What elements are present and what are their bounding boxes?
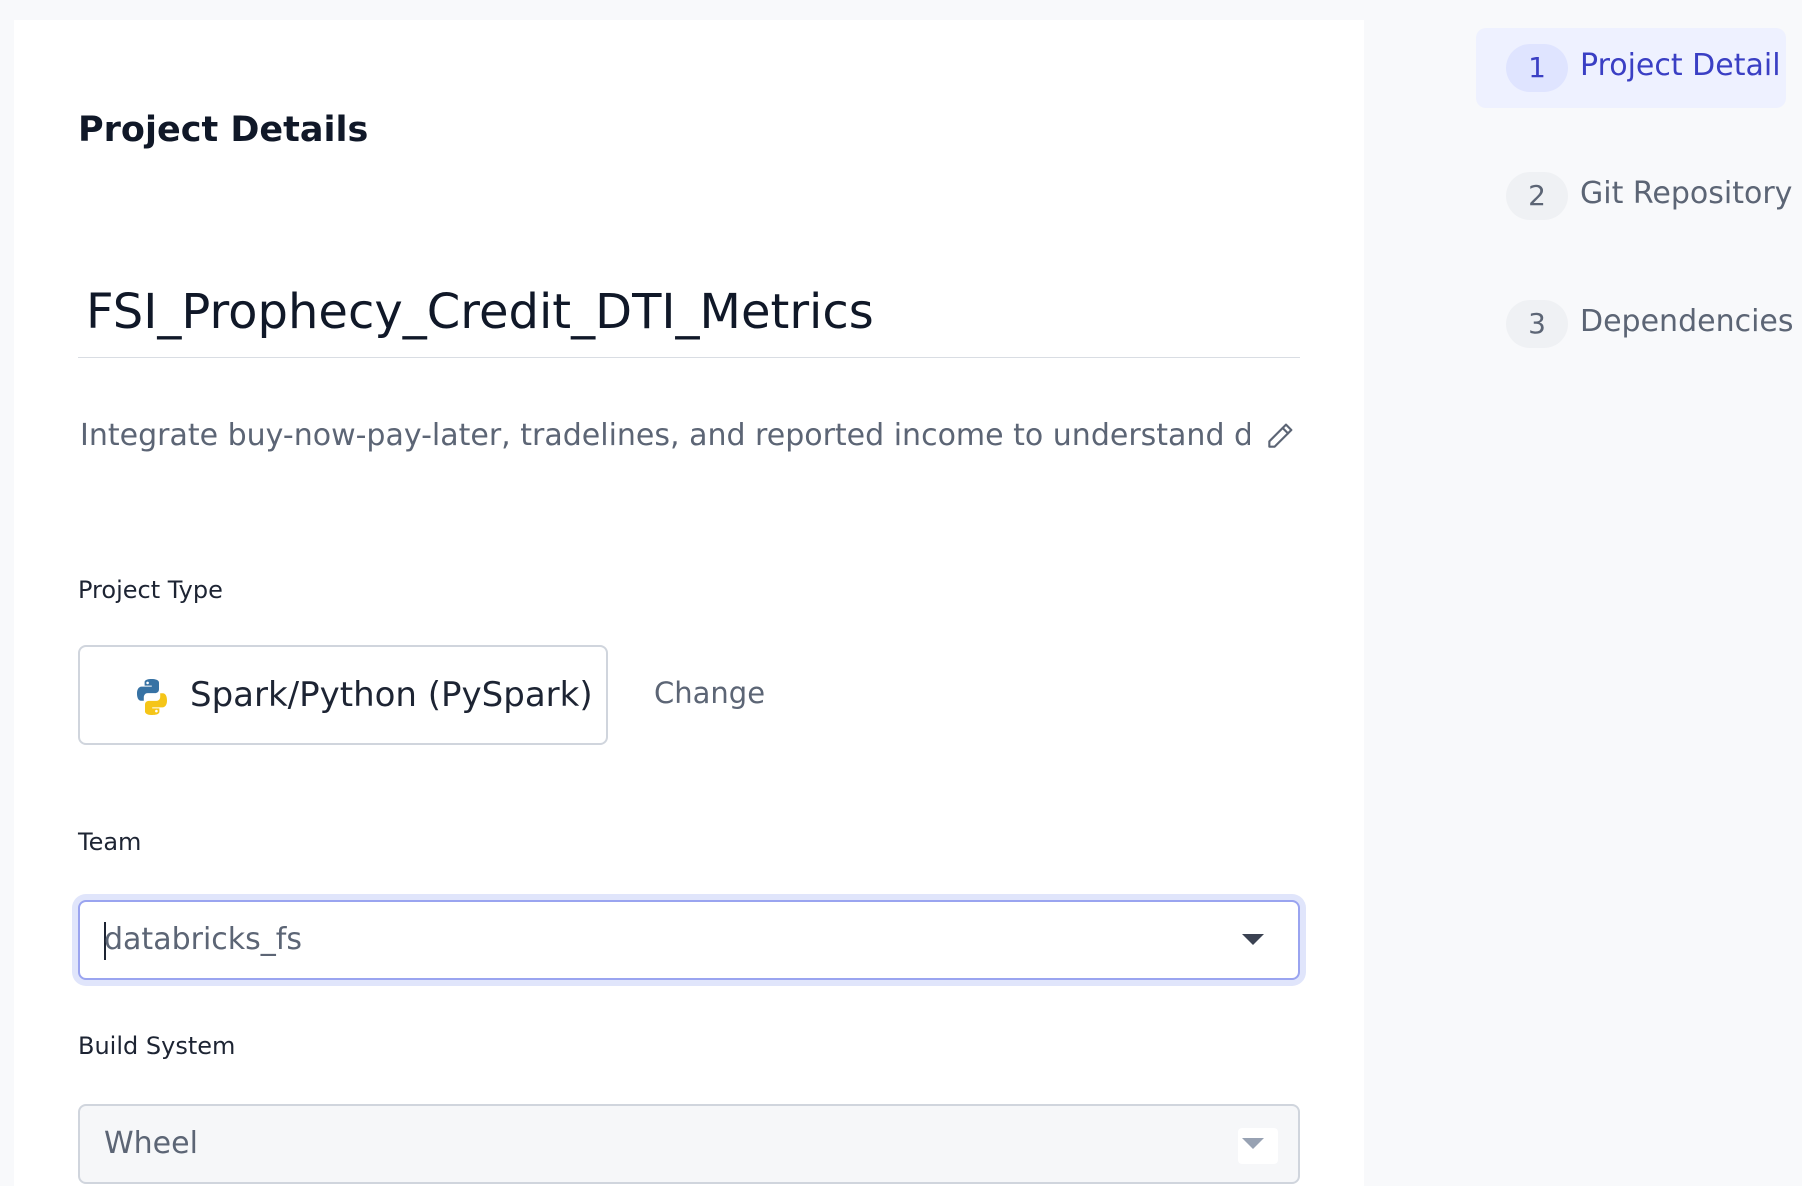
step-number-badge: 2 — [1506, 172, 1568, 220]
project-name-value[interactable]: FSI_Prophecy_Credit_DTI_Metrics — [86, 284, 874, 340]
step-label: Git Repository — [1580, 176, 1793, 211]
step-project-detail[interactable]: 1 Project Detail — [1476, 28, 1786, 108]
project-type-value: Spark/Python (PySpark) — [190, 675, 593, 715]
chevron-down-icon[interactable] — [1242, 934, 1264, 945]
team-select-value[interactable]: databricks_fs — [104, 922, 302, 957]
step-git-repository[interactable]: 2 Git Repository — [1476, 156, 1792, 236]
page-title: Project Details — [78, 110, 369, 150]
step-label: Dependencies — [1580, 304, 1794, 339]
pencil-edit-icon[interactable] — [1264, 420, 1296, 452]
project-description-text[interactable]: Integrate buy-now-pay-later, tradelines,… — [80, 418, 1250, 453]
team-label: Team — [78, 828, 142, 856]
project-type-label: Project Type — [78, 576, 223, 604]
step-number-badge: 1 — [1506, 44, 1568, 92]
build-system-select[interactable]: Wheel — [78, 1104, 1300, 1184]
project-type-card[interactable]: Spark/Python (PySpark) — [78, 645, 608, 745]
build-system-label: Build System — [78, 1032, 236, 1060]
chevron-down-icon[interactable] — [1242, 1138, 1264, 1149]
change-project-type-link[interactable]: Change — [654, 676, 765, 710]
step-dependencies[interactable]: 3 Dependencies — [1476, 284, 1794, 364]
python-logo-icon — [132, 677, 172, 717]
team-select[interactable]: databricks_fs — [78, 900, 1300, 980]
step-number-badge: 3 — [1506, 300, 1568, 348]
project-details-form: Project Details FSI_Prophecy_Credit_DTI_… — [14, 20, 1364, 1186]
project-name-field[interactable]: FSI_Prophecy_Credit_DTI_Metrics — [78, 276, 1300, 358]
step-label: Project Detail — [1580, 48, 1781, 83]
create-project-page: Project Details FSI_Prophecy_Credit_DTI_… — [0, 0, 1802, 1186]
project-description-field[interactable]: Integrate buy-now-pay-later, tradelines,… — [78, 414, 1300, 460]
build-system-select-value[interactable]: Wheel — [104, 1126, 198, 1161]
